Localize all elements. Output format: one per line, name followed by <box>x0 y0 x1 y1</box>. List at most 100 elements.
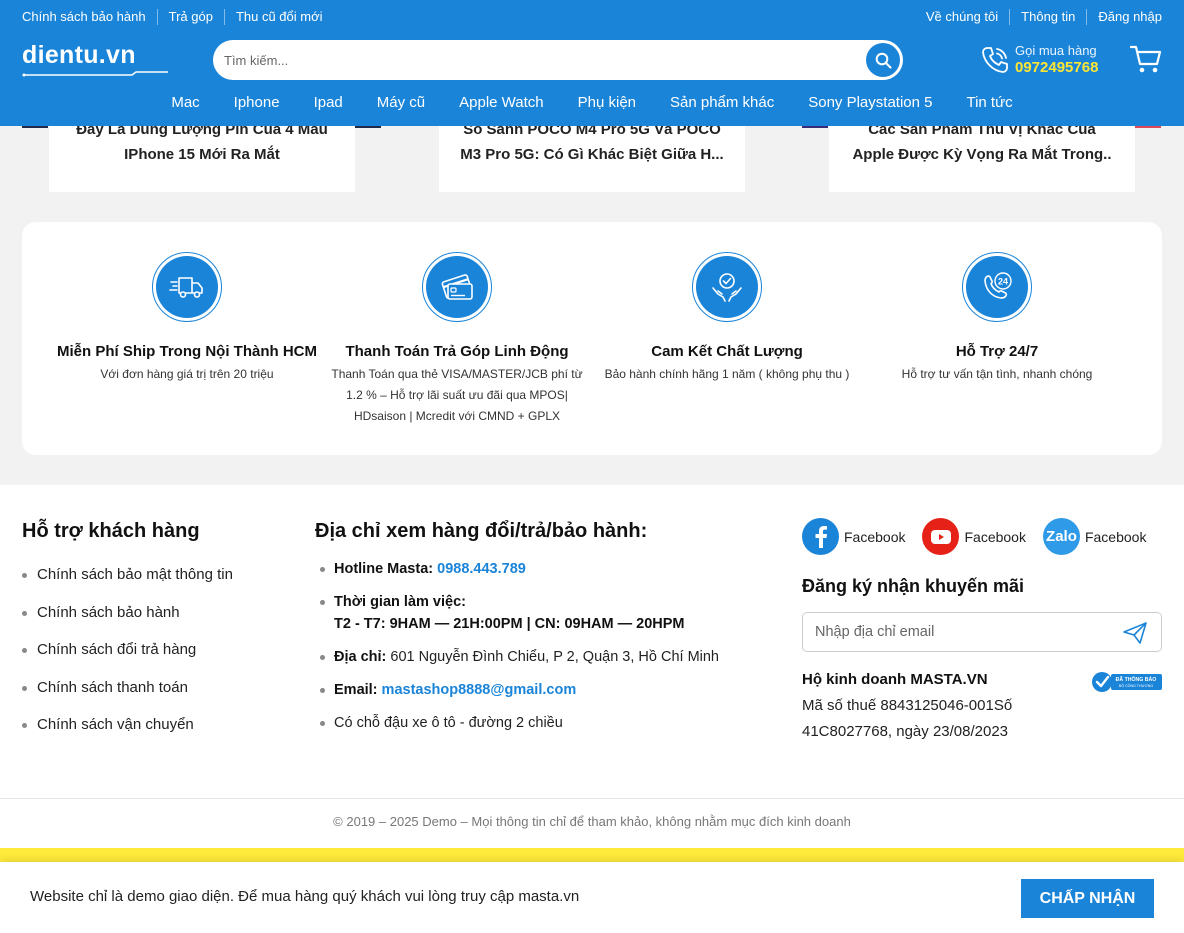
nav-item-other-products[interactable]: Sản phẩm khác <box>653 92 791 114</box>
social-facebook[interactable]: Facebook <box>802 518 905 555</box>
business-name: Hộ kinh doanh MASTA.VN <box>802 671 988 688</box>
search-bar <box>213 40 903 80</box>
feature-support-247: 24 Hỗ Trợ 24/7 Hỗ trợ tư vấn tận tình, n… <box>862 252 1132 385</box>
feature-description: Hỗ trợ tư vấn tận tình, nhanh chóng <box>901 367 1093 381</box>
article-title-line: IPhone 15 Mới Ra Mắt <box>124 146 280 163</box>
cart-icon[interactable] <box>1130 44 1162 74</box>
nav-item-playstation[interactable]: Sony Playstation 5 <box>791 92 949 114</box>
support-link-shipping[interactable]: Chính sách vận chuyển <box>22 714 233 752</box>
support-link-payment[interactable]: Chính sách thanh toán <box>22 677 233 715</box>
support-links: Chính sách bảo mật thông tin Chính sách … <box>22 564 233 752</box>
support-link-privacy[interactable]: Chính sách bảo mật thông tin <box>22 564 233 602</box>
feature-title: Hỗ Trợ 24/7 <box>955 343 1039 360</box>
address-email: Email: mastashop8888@gmail.com <box>320 679 750 701</box>
zalo-icon: Zalo <box>1042 518 1080 555</box>
main-nav: Mac Iphone Ipad Máy cũ Apple Watch Phụ k… <box>0 92 1184 114</box>
feature-icon-ring: 24 <box>962 252 1032 322</box>
feature-description: Bảo hành chính hãng 1 năm ( không phụ th… <box>604 367 850 381</box>
nav-item-iphone[interactable]: Iphone <box>217 92 297 114</box>
email-link[interactable]: mastashop8888@gmail.com <box>382 682 577 698</box>
feature-installment: Thanh Toán Trả Góp Linh Động Thanh Toán … <box>322 252 592 427</box>
social-zalo[interactable]: Zalo Facebook <box>1042 518 1147 555</box>
social-label: Facebook <box>964 528 1026 545</box>
nav-item-ipad[interactable]: Ipad <box>297 92 360 114</box>
badge-subtext: BỘ CÔNG THƯƠNG <box>1119 683 1153 688</box>
article-title-line: Apple Được Kỳ Vọng Ra Mắt Trong.. <box>852 146 1112 163</box>
logo-underline <box>22 71 168 77</box>
site-logo[interactable]: dientu.vn <box>22 40 172 77</box>
article-title-line: M3 Pro 5G: Có Gì Khác Biệt Giữa H... <box>460 146 724 163</box>
address-hours: Thời gian làm việc: T2 - T7: 9HAM — 21H:… <box>320 591 750 635</box>
cookie-notice: Website chỉ là demo giao diện. Để mua hà… <box>0 862 1184 933</box>
search-icon <box>875 52 891 68</box>
business-registration: Mã số thuế 8843125046-001Số 41C8027768, … <box>802 697 1013 740</box>
topbar-link-login[interactable]: Đăng nhập <box>1086 9 1162 25</box>
topbar-link-warranty[interactable]: Chính sách bảo hành <box>22 9 157 25</box>
topbar-link-info[interactable]: Thông tin <box>1009 9 1086 25</box>
social-label: Facebook <box>1084 528 1147 545</box>
nav-item-mac[interactable]: Mac <box>154 92 216 114</box>
topbar-link-trade-in[interactable]: Thu cũ đổi mới <box>223 9 334 25</box>
site-footer: Hỗ trợ khách hàng Chính sách bảo mật thô… <box>0 485 1184 848</box>
hotline-link[interactable]: 0988.443.789 <box>437 561 526 577</box>
truck-icon <box>169 277 203 298</box>
phone-icon <box>982 47 1008 73</box>
topbar-right-links: Về chúng tôi Thông tin Đăng nhập <box>926 8 1162 26</box>
topbar-link-installment[interactable]: Trả góp <box>156 9 224 25</box>
hotline-label: Hotline Masta: <box>334 561 434 577</box>
topbar-left-links: Chính sách bảo hành Trả góp Thu cũ đổi m… <box>22 8 334 26</box>
feature-quality: Cam Kết Chất Lượng Bảo hành chính hãng 1… <box>592 252 862 385</box>
feature-free-shipping: Miễn Phí Ship Trong Nội Thành HCM Với đơ… <box>52 252 322 385</box>
nav-item-used[interactable]: Máy cũ <box>360 92 442 114</box>
svg-text:24: 24 <box>998 277 1008 287</box>
quality-hands-icon <box>712 273 742 302</box>
address-title: Địa chỉ xem hàng đổi/trả/bảo hành: <box>315 520 648 542</box>
feature-icon-ring <box>152 252 222 322</box>
promo-title: Đăng ký nhận khuyến mãi <box>802 576 1025 596</box>
search-input[interactable] <box>224 40 844 80</box>
site-header: Chính sách bảo hành Trả góp Thu cũ đổi m… <box>0 0 1184 126</box>
hotline-block[interactable]: Gọi mua hàng 0972495768 <box>979 42 1098 78</box>
address-value: 601 Nguyễn Đình Chiểu, P 2, Quận 3, Hồ C… <box>390 649 719 665</box>
support-link-warranty[interactable]: Chính sách bảo hành <box>22 602 233 640</box>
hours-value: T2 - T7: 9HAM — 21H:00PM | CN: 09HAM — 2… <box>334 616 685 632</box>
address-label: Địa chỉ: <box>334 649 387 665</box>
feature-title: Miễn Phí Ship Trong Nội Thành HCM <box>57 343 317 360</box>
social-links: Facebook Facebook Zalo Facebook <box>802 518 1163 555</box>
features-panel: Miễn Phí Ship Trong Nội Thành HCM Với đơ… <box>22 222 1162 455</box>
support-24-icon: 24 <box>984 272 1012 299</box>
nav-item-apple-watch[interactable]: Apple Watch <box>442 92 561 114</box>
facebook-icon <box>802 518 839 555</box>
copyright: © 2019 – 2025 Demo – Mọi thông tin chỉ đ… <box>0 798 1184 848</box>
nav-item-news[interactable]: Tin tức <box>949 92 1029 114</box>
social-label: Facebook <box>844 528 906 545</box>
badge-text: ĐÃ THÔNG BÁO <box>1116 675 1157 683</box>
credit-card-icon <box>441 274 473 300</box>
newsletter-email-input[interactable] <box>803 613 1113 651</box>
hours-label: Thời gian làm việc: <box>334 594 466 610</box>
feature-description: Với đơn hàng giá trị trên 20 triệu <box>100 367 274 381</box>
feature-icon-ring <box>692 252 762 322</box>
email-label: Email: <box>334 682 378 698</box>
hotline-text: Gọi mua hàng 0972495768 <box>1015 43 1098 77</box>
feature-title: Thanh Toán Trả Góp Linh Động <box>345 343 569 360</box>
accept-button[interactable]: CHẤP NHẬN <box>1021 879 1154 918</box>
social-youtube[interactable]: Facebook <box>922 518 1026 555</box>
support-link-returns[interactable]: Chính sách đổi trả hàng <box>22 639 233 677</box>
hotline-number[interactable]: 0972495768 <box>1015 58 1098 77</box>
hotline-label: Gọi mua hàng <box>1015 43 1097 58</box>
address-location: Địa chỉ: 601 Nguyễn Đình Chiểu, P 2, Quậ… <box>320 646 750 668</box>
nav-item-accessories[interactable]: Phụ kiện <box>561 92 653 114</box>
search-button[interactable] <box>866 43 900 77</box>
address-hotline: Hotline Masta: 0988.443.789 <box>320 558 750 580</box>
newsletter-form <box>802 612 1162 652</box>
logo-text: dientu.vn <box>22 41 136 69</box>
send-icon[interactable] <box>1123 622 1147 644</box>
top-bar: Chính sách bảo hành Trả góp Thu cũ đổi m… <box>22 8 1162 26</box>
cookie-text: Website chỉ là demo giao diện. Để mua hà… <box>30 888 580 905</box>
registered-badge-icon[interactable]: ĐÃ THÔNG BÁO BỘ CÔNG THƯƠNG <box>1091 671 1163 693</box>
topbar-link-about[interactable]: Về chúng tôi <box>926 9 1009 25</box>
youtube-icon <box>922 518 960 555</box>
feature-icon-ring <box>422 252 492 322</box>
support-title: Hỗ trợ khách hàng <box>22 520 200 542</box>
